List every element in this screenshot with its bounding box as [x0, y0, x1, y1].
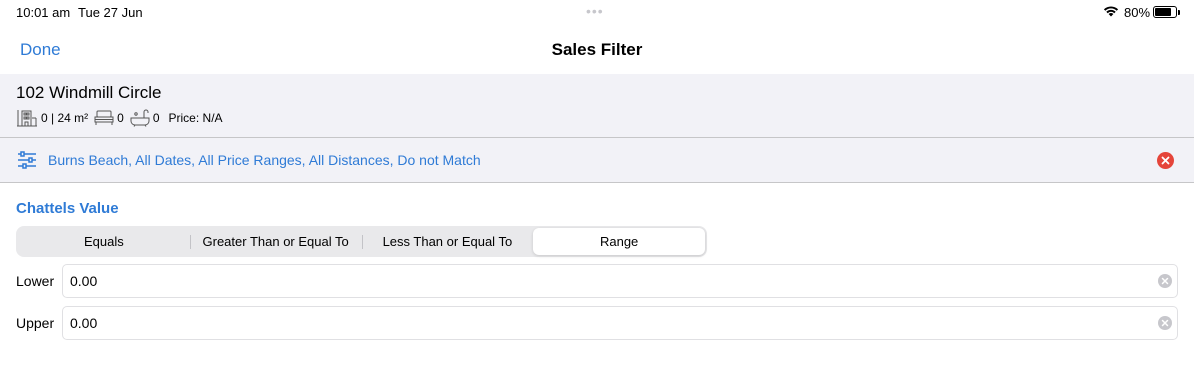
filter-summary-text[interactable]: Burns Beach, All Dates, All Price Ranges… — [48, 152, 481, 168]
upper-row: Upper — [0, 306, 1194, 342]
segment-range[interactable]: Range — [533, 228, 705, 255]
property-header: 102 Windmill Circle 0 | 24 m² 0 0 Price:… — [0, 74, 1194, 138]
status-bar: 10:01 am Tue 27 Jun ••• 80% — [0, 0, 1194, 24]
wifi-icon — [1103, 5, 1119, 20]
bed-icon — [94, 110, 114, 126]
lower-clear-icon[interactable] — [1158, 274, 1172, 288]
property-address: 102 Windmill Circle — [16, 83, 162, 102]
upper-input[interactable] — [62, 306, 1178, 340]
chattels-segmented-control: Equals Greater Than or Equal To Less Tha… — [16, 226, 707, 257]
segment-greater-than-or-equal[interactable]: Greater Than or Equal To — [189, 228, 362, 255]
property-bathrooms: 0 — [152, 111, 160, 125]
section-title-chattels: Chattels Value — [16, 200, 119, 217]
property-bedrooms: 0 — [117, 111, 124, 125]
lower-input[interactable] — [62, 264, 1178, 298]
property-price: Price: N/A — [168, 111, 223, 125]
status-date: Tue 27 Jun — [78, 5, 143, 20]
property-floors-area: 0 | 24 m² — [41, 111, 89, 125]
page-title: Sales Filter — [551, 40, 643, 59]
lower-row: Lower — [0, 264, 1194, 300]
sliders-icon — [17, 151, 37, 174]
multitask-dots-icon[interactable]: ••• — [586, 3, 604, 19]
segment-equals[interactable]: Equals — [18, 228, 190, 255]
nav-bar: Done Sales Filter — [0, 24, 1194, 74]
clear-filter-icon[interactable] — [1157, 152, 1174, 169]
segment-less-than-or-equal[interactable]: Less Than or Equal To — [361, 228, 534, 255]
upper-clear-icon[interactable] — [1158, 316, 1172, 330]
building-icon — [16, 109, 38, 127]
upper-label: Upper — [16, 315, 55, 331]
lower-label: Lower — [16, 273, 55, 289]
property-specs: 0 | 24 m² 0 0 Price: N/A — [16, 109, 229, 127]
battery-percent: 80% — [1124, 5, 1151, 20]
status-time: 10:01 am — [16, 5, 71, 20]
bath-icon — [130, 109, 150, 127]
battery-icon — [1153, 6, 1180, 18]
filter-summary-row[interactable]: Burns Beach, All Dates, All Price Ranges… — [0, 138, 1194, 183]
